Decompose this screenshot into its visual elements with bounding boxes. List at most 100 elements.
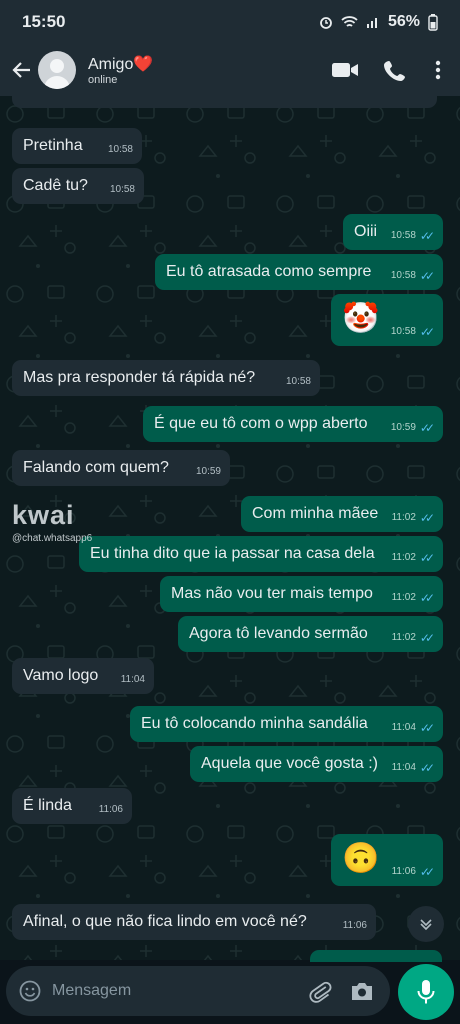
emoji-icon [19, 980, 41, 1002]
message-meta: 10:58 [110, 181, 135, 199]
video-call-button[interactable] [320, 44, 370, 96]
message-text: Afinal, o que não fica lindo em você né? [23, 913, 307, 930]
message-time: 10:59 [390, 422, 416, 433]
outgoing-message[interactable]: Eu tinha dito que ia passar na casa dela… [79, 536, 443, 572]
incoming-message[interactable]: Cadê tu? 10:58 [12, 168, 144, 204]
message-meta: 11:02 ✓✓ [392, 629, 435, 647]
message-meta: 10:58 ✓✓ [390, 227, 435, 245]
heart-emoji: ❤️ [133, 56, 154, 73]
wifi-icon [341, 16, 358, 27]
kwai-watermark: kwai @chat.whatsapp6 [12, 500, 92, 544]
message-text: Oiii [354, 223, 378, 240]
status-icons: 56% [319, 13, 438, 31]
message-time: 10:58 [390, 270, 416, 281]
outgoing-message[interactable]: Aquela que você gosta :) 11:04 ✓✓ [190, 746, 443, 782]
video-camera-icon [332, 63, 358, 77]
message-text: 🤡 [342, 302, 380, 335]
previous-message-edge [12, 96, 437, 108]
message-meta: 10:58 [286, 373, 311, 391]
message-text: Falando com quem? [23, 459, 169, 476]
message-text: Com minha mãee [252, 505, 379, 522]
message-time: 11:02 [391, 552, 416, 563]
back-button[interactable] [4, 44, 38, 96]
incoming-message[interactable]: Mas pra responder tá rápida né? 10:58 [12, 360, 320, 396]
arrow-left-icon [12, 62, 30, 78]
emoji-button[interactable] [18, 979, 42, 1003]
message-time: 10:58 [390, 326, 416, 337]
voice-message-button[interactable] [398, 964, 454, 1020]
chat-header: Amigo❤️ online [0, 44, 460, 96]
message-text: 🙃 [342, 842, 380, 875]
incoming-message[interactable]: Vamo logo 11:04 [12, 658, 154, 694]
message-input[interactable]: Mensagem [52, 982, 131, 1000]
message-meta: 11:04 ✓✓ [391, 719, 435, 737]
message-text: Agora tô levando sermão [189, 625, 368, 642]
message-text: Vamo logo [23, 667, 99, 684]
avatar[interactable] [38, 51, 76, 89]
message-meta: 10:59 ✓✓ [390, 419, 435, 437]
contact-status: online [88, 74, 118, 86]
message-time: 11:04 [391, 762, 416, 773]
outgoing-message[interactable]: Agora tô levando sermão 11:02 ✓✓ [178, 616, 443, 652]
menu-button[interactable] [420, 44, 456, 96]
contact-name: Amigo❤️ [88, 54, 153, 74]
phone-icon [384, 61, 405, 81]
incoming-message[interactable]: É linda 11:06 [12, 788, 132, 824]
chevron-down-icon [420, 919, 432, 931]
message-meta: 10:58 ✓✓ [390, 267, 435, 285]
message-time: 11:02 [391, 512, 416, 523]
message-time: 11:04 [120, 674, 145, 685]
composer-bar: Mensagem [0, 950, 460, 1024]
incoming-message[interactable]: Afinal, o que não fica lindo em você né?… [12, 904, 376, 940]
message-meta: 11:02 ✓✓ [391, 549, 435, 567]
message-time: 11:06 [391, 866, 416, 877]
message-input-box[interactable]: Mensagem [6, 966, 390, 1016]
outgoing-message[interactable]: Eu tô atrasada como sempre 10:58 ✓✓ [155, 254, 443, 290]
message-time: 10:58 [107, 144, 133, 155]
read-receipt-icon: ✓✓ [419, 551, 435, 565]
outgoing-message[interactable]: Eu tô colocando minha sandália 11:04 ✓✓ [130, 706, 443, 742]
read-receipt-icon: ✓✓ [419, 325, 435, 339]
message-time: 10:58 [390, 230, 416, 241]
message-meta: 11:06 [99, 801, 123, 819]
incoming-message[interactable]: Falando com quem? 10:59 [12, 450, 230, 486]
chat-area[interactable]: Pretinha 10:58 Cadê tu? 10:58 Oiii 10:58 ✓✓ Eu … [0, 96, 460, 960]
read-receipt-icon: ✓✓ [419, 591, 435, 605]
message-meta: 11:02 ✓✓ [391, 509, 435, 527]
battery-percent: 56% [387, 13, 420, 30]
paperclip-icon [309, 981, 332, 1003]
message-time: 11:04 [391, 722, 416, 733]
camera-button[interactable] [340, 971, 384, 1011]
watermark-logo: kwai [12, 500, 75, 530]
outgoing-message[interactable]: É que eu tô com o wpp aberto 10:59 ✓✓ [143, 406, 443, 442]
contact-info[interactable]: Amigo❤️ online [88, 54, 153, 86]
alarm-icon [320, 17, 332, 29]
more-vertical-icon [435, 60, 441, 80]
read-receipt-icon: ✓✓ [419, 269, 435, 283]
read-receipt-icon: ✓✓ [419, 631, 435, 645]
scroll-to-bottom-button[interactable] [408, 906, 444, 942]
attach-button[interactable] [300, 971, 340, 1011]
message-text: Aquela que você gosta :) [201, 755, 379, 772]
message-text: Eu tô atrasada como sempre [166, 263, 372, 280]
read-receipt-icon: ✓✓ [419, 865, 435, 879]
next-message-edge [310, 950, 442, 962]
message-text: Cadê tu? [23, 177, 88, 194]
outgoing-message[interactable]: Mas não vou ter mais tempo 11:02 ✓✓ [160, 576, 443, 612]
read-receipt-icon: ✓✓ [419, 721, 435, 735]
read-receipt-icon: ✓✓ [419, 421, 435, 435]
incoming-message[interactable]: Pretinha 10:58 [12, 128, 142, 164]
message-text: É que eu tô com o wpp aberto [154, 415, 368, 432]
outgoing-message[interactable]: Com minha mãee 11:02 ✓✓ [241, 496, 443, 532]
outgoing-message[interactable]: 🙃 11:06 ✓✓ [331, 834, 443, 886]
read-receipt-icon: ✓✓ [419, 511, 435, 525]
message-meta: 11:04 ✓✓ [391, 759, 435, 777]
outgoing-message[interactable]: 🤡 10:58 ✓✓ [331, 294, 443, 346]
status-bar: 15:50 56% [0, 0, 460, 44]
message-meta: 11:02 ✓✓ [392, 589, 435, 607]
outgoing-message[interactable]: Oiii 10:58 ✓✓ [343, 214, 443, 250]
signal-icon [366, 18, 377, 28]
voice-call-button[interactable] [370, 44, 420, 96]
read-receipt-icon: ✓✓ [419, 229, 435, 243]
message-time: 10:59 [195, 466, 221, 477]
